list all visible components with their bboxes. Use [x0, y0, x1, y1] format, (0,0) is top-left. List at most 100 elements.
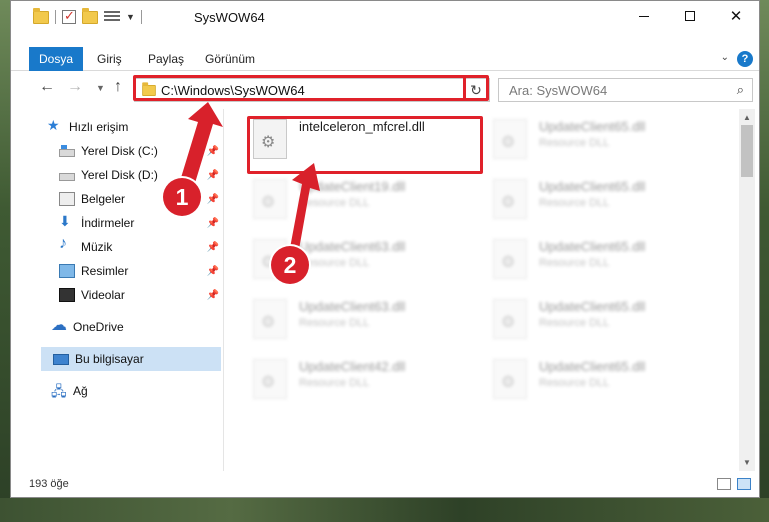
sidebar-item-label: Hızlı erişim: [69, 120, 129, 134]
sidebar-item-downloads[interactable]: İndirmeler 📌: [59, 211, 219, 235]
explorer-window: ▼ SysWOW64 ✕ Dosya Giriş Paylaş Görünüm …: [10, 0, 760, 498]
sidebar-item-music[interactable]: Müzik 📌: [59, 235, 219, 259]
file-item[interactable]: UpdateClient63.dll Resource DLL: [249, 295, 479, 351]
view-toggle: [717, 478, 751, 490]
scroll-down-icon[interactable]: ▼: [743, 458, 751, 467]
file-item[interactable]: UpdateClient65.dll Resource DLL: [489, 295, 719, 351]
item-count: 193 öğe: [29, 478, 69, 490]
status-bar: 193 öğe: [11, 473, 759, 497]
file-item[interactable]: UpdateClient42.dll Resource DLL: [249, 355, 479, 411]
dll-file-icon: [253, 179, 287, 219]
up-button[interactable]: ↑: [114, 78, 122, 96]
file-type: Resource DLL: [299, 257, 370, 269]
search-icon[interactable]: ⌕: [737, 82, 744, 98]
search-placeholder: Ara: SysWOW64: [509, 83, 608, 98]
pin-icon[interactable]: 📌: [207, 146, 219, 157]
file-item[interactable]: UpdateClient65.dll Resource DLL: [489, 355, 719, 411]
pin-icon[interactable]: 📌: [207, 170, 219, 181]
file-name: UpdateClient65.dll: [539, 359, 646, 374]
pictures-icon: [59, 264, 75, 278]
details-view-icon[interactable]: [717, 478, 731, 490]
minimize-button[interactable]: [621, 1, 667, 31]
music-icon: [59, 235, 75, 254]
dll-file-icon: [493, 359, 527, 399]
navigation-bar: ← → ▼ ↑ C:\Windows\SysWOW64 ⌄ ↻ Ara: Sys…: [11, 75, 759, 105]
tab-dosya[interactable]: Dosya: [29, 47, 83, 71]
file-name: UpdateClient65.dll: [539, 179, 646, 194]
properties-check-icon[interactable]: [62, 8, 76, 24]
sidebar-item-onedrive[interactable]: OneDrive: [51, 315, 219, 339]
pin-icon[interactable]: 📌: [207, 218, 219, 229]
file-name: UpdateClient65.dll: [539, 239, 646, 254]
customize-toolbar-icon[interactable]: [104, 10, 120, 24]
window-controls: ✕: [621, 1, 759, 31]
refresh-highlight: [463, 75, 489, 101]
close-button[interactable]: ✕: [713, 1, 759, 31]
minimize-icon: [639, 15, 649, 17]
tab-paylas[interactable]: Paylaş: [148, 47, 184, 71]
pin-icon[interactable]: 📌: [207, 194, 219, 205]
recent-locations-icon[interactable]: ▼: [96, 83, 105, 93]
close-icon: ✕: [729, 8, 743, 25]
ribbon-tabs: Dosya Giriş Paylaş Görünüm ⌄ ?: [11, 47, 759, 71]
search-input[interactable]: Ara: SysWOW64 ⌕: [498, 78, 753, 102]
sidebar-item-label: Yerel Disk (C:): [81, 144, 158, 158]
desktop-background: [0, 498, 769, 522]
sidebar-item-network[interactable]: Ağ: [51, 379, 219, 405]
sidebar-item-drive-c[interactable]: Yerel Disk (C:) 📌: [59, 139, 219, 163]
file-item[interactable]: UpdateClient65.dll Resource DLL: [489, 235, 719, 291]
pin-icon[interactable]: 📌: [207, 290, 219, 301]
file-type: Resource DLL: [539, 377, 610, 389]
file-type: Resource DLL: [299, 317, 370, 329]
pin-icon[interactable]: 📌: [207, 242, 219, 253]
maximize-button[interactable]: [667, 1, 713, 31]
qat-dropdown-icon[interactable]: ▼: [126, 12, 135, 22]
sidebar-item-videos[interactable]: Videolar 📌: [59, 283, 219, 307]
step-1-badge: 1: [163, 178, 201, 216]
scroll-up-icon[interactable]: ▲: [743, 113, 751, 122]
file-name: UpdateClient63.dll: [299, 239, 406, 254]
sidebar-item-label: Resimler: [81, 264, 129, 278]
dll-file-icon: [493, 239, 527, 279]
star-icon: [47, 117, 63, 134]
documents-icon: [59, 192, 75, 206]
computer-icon: [53, 353, 69, 365]
file-type: Resource DLL: [539, 257, 610, 269]
scroll-thumb[interactable]: [741, 125, 753, 177]
vertical-scrollbar[interactable]: ▲ ▼: [739, 109, 755, 471]
help-icon[interactable]: ?: [737, 51, 753, 67]
maximize-icon: [685, 11, 695, 21]
large-icons-view-icon[interactable]: [737, 478, 751, 490]
step-2-badge: 2: [271, 246, 309, 284]
file-highlight: [247, 116, 483, 174]
sidebar-item-pictures[interactable]: Resimler 📌: [59, 259, 219, 283]
drive-c-icon: [59, 145, 75, 157]
tab-gorunum[interactable]: Görünüm: [205, 47, 255, 71]
sidebar-item-label: Yerel Disk (D:): [81, 168, 158, 182]
file-name: UpdateClient65.dll: [539, 119, 646, 134]
file-type: Resource DLL: [539, 197, 610, 209]
back-button[interactable]: ←: [39, 78, 55, 96]
quick-access-toolbar: ▼: [33, 7, 142, 24]
sidebar-item-this-pc[interactable]: Bu bilgisayar: [41, 347, 221, 371]
dll-file-icon: [253, 299, 287, 339]
sidebar-item-label: Ağ: [73, 384, 88, 398]
drive-d-icon: [59, 173, 75, 181]
sidebar-item-label: Videolar: [81, 288, 125, 302]
network-icon: [51, 381, 67, 405]
tab-giris[interactable]: Giriş: [97, 47, 122, 71]
file-type: Resource DLL: [539, 317, 610, 329]
toolbar-separator: [140, 10, 142, 24]
file-item[interactable]: UpdateClient65.dll Resource DLL: [489, 175, 719, 231]
dll-file-icon: [253, 359, 287, 399]
new-folder-icon[interactable]: [82, 7, 98, 24]
file-item[interactable]: UpdateClient19.dll Resource DLL: [249, 175, 479, 231]
sidebar-item-quick-access[interactable]: Hızlı erişim: [47, 115, 217, 139]
pane-divider: [223, 109, 224, 471]
expand-ribbon-icon[interactable]: ⌄: [721, 52, 729, 63]
sidebar-item-label: OneDrive: [73, 320, 124, 334]
navigation-pane: Hızlı erişim Yerel Disk (C:) 📌 Yerel Dis…: [11, 109, 223, 471]
pin-icon[interactable]: 📌: [207, 266, 219, 277]
file-item[interactable]: UpdateClient65.dll Resource DLL: [489, 115, 719, 171]
forward-button[interactable]: →: [67, 78, 83, 96]
